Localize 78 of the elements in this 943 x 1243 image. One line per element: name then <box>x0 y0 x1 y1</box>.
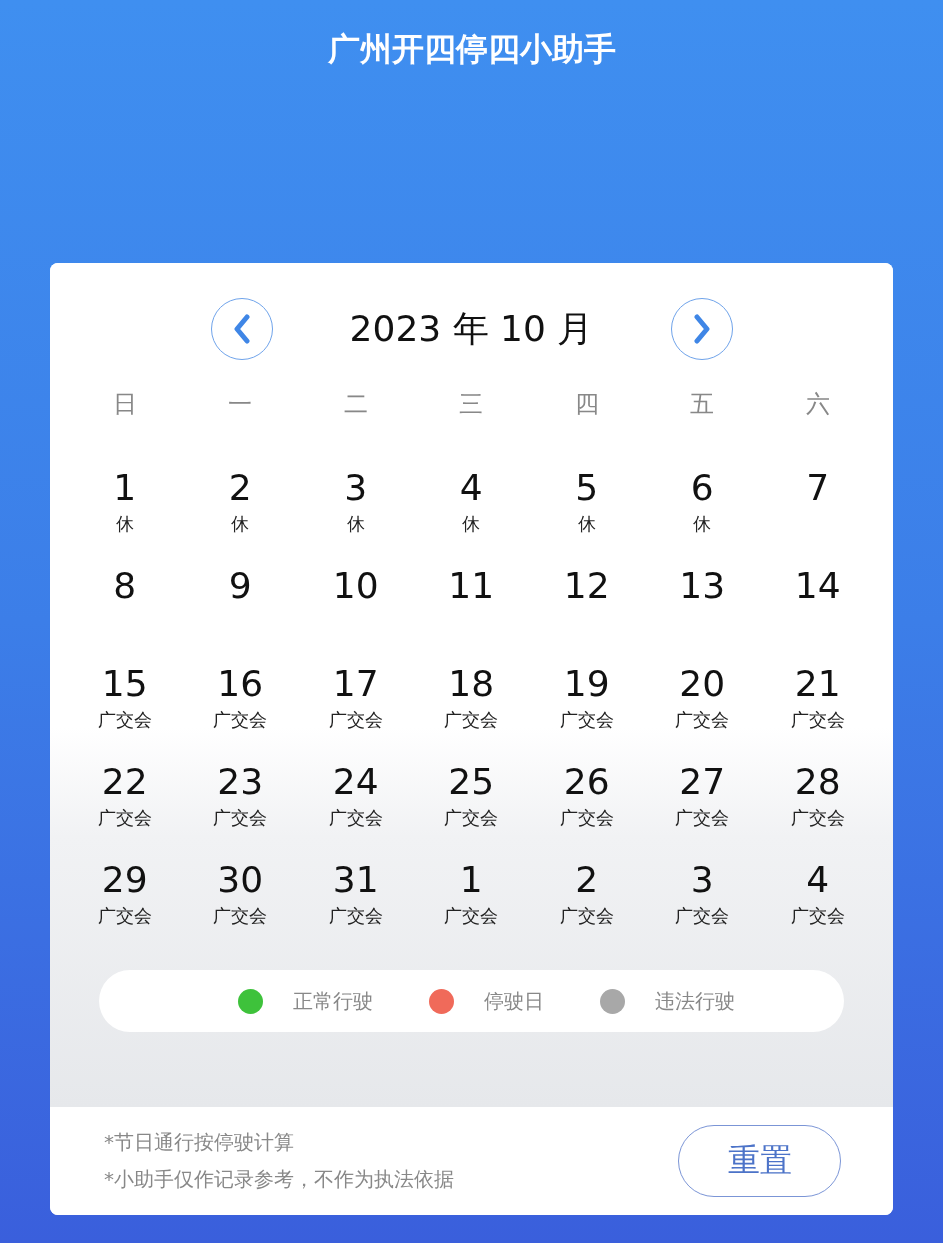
day-note: 广交会 <box>328 806 383 830</box>
day-number[interactable]: 3 <box>344 466 368 510</box>
day-note: 广交会 <box>790 708 845 732</box>
day-number[interactable]: 4 <box>806 858 830 902</box>
day-number[interactable]: 15 <box>101 662 148 706</box>
legend-label: 停驶日 <box>484 987 544 1015</box>
day-number[interactable]: 27 <box>679 760 726 804</box>
day-number[interactable]: 26 <box>563 760 610 804</box>
day-number[interactable]: 2 <box>575 858 599 902</box>
day-note: 休 <box>346 512 365 536</box>
day-number[interactable]: 2 <box>228 466 252 510</box>
day-note: 广交会 <box>675 904 730 928</box>
day-number[interactable]: 16 <box>217 662 264 706</box>
weekday-label: 二 <box>342 389 369 420</box>
day-number[interactable]: 8 <box>113 564 137 608</box>
day-number[interactable]: 17 <box>332 662 379 706</box>
day-number[interactable]: 1 <box>113 466 137 510</box>
day-note: 广交会 <box>675 806 730 830</box>
day-number[interactable]: 24 <box>332 760 379 804</box>
legend-label: 正常行驶 <box>293 987 373 1015</box>
footnote-text: *节日通行按停驶计算 <box>104 1129 295 1156</box>
day-note: 广交会 <box>444 806 499 830</box>
day-note: 广交会 <box>790 806 845 830</box>
day-note: 广交会 <box>444 904 499 928</box>
day-note: 广交会 <box>213 904 268 928</box>
day-note: 广交会 <box>559 806 614 830</box>
day-number[interactable]: 22 <box>101 760 148 804</box>
day-note: 广交会 <box>328 708 383 732</box>
day-number[interactable]: 12 <box>563 564 610 608</box>
day-note: 休 <box>231 512 250 536</box>
day-number[interactable]: 18 <box>448 662 495 706</box>
day-note: 休 <box>462 512 481 536</box>
weekday-label: 三 <box>458 389 485 420</box>
day-note: 广交会 <box>213 708 268 732</box>
day-number[interactable]: 29 <box>101 858 148 902</box>
legend-label: 违法行驶 <box>655 987 735 1015</box>
day-number[interactable]: 10 <box>332 564 379 608</box>
day-note: 广交会 <box>328 904 383 928</box>
day-note: 休 <box>577 512 596 536</box>
day-note: 休 <box>693 512 712 536</box>
day-number[interactable]: 9 <box>228 564 252 608</box>
month-title: 2023 年 10 月 <box>348 306 595 351</box>
day-number[interactable]: 14 <box>794 564 841 608</box>
app-title: 广州开四停四小助手 <box>327 29 616 70</box>
day-number[interactable]: 1 <box>459 858 483 902</box>
weekday-label: 日 <box>111 389 138 420</box>
day-number[interactable]: 11 <box>448 564 495 608</box>
reset-button[interactable]: 重置 <box>678 1125 841 1197</box>
day-number[interactable]: 19 <box>563 662 610 706</box>
day-number[interactable]: 30 <box>217 858 264 902</box>
day-note: 广交会 <box>213 806 268 830</box>
day-number[interactable]: 20 <box>679 662 726 706</box>
day-number[interactable]: 28 <box>794 760 841 804</box>
footnote-text: *小助手仅作记录参考，不作为执法依据 <box>104 1166 454 1193</box>
day-number[interactable]: 7 <box>806 466 830 510</box>
chevron-right-icon <box>691 314 712 344</box>
weekday-label: 一 <box>227 389 254 420</box>
day-note: 广交会 <box>559 904 614 928</box>
day-note: 广交会 <box>790 904 845 928</box>
day-note: 广交会 <box>675 708 730 732</box>
day-note: 广交会 <box>444 708 499 732</box>
day-note: 广交会 <box>97 806 152 830</box>
day-number[interactable]: 3 <box>690 858 714 902</box>
day-note: 广交会 <box>559 708 614 732</box>
day-note: 休 <box>115 512 134 536</box>
weekday-label: 五 <box>689 389 716 420</box>
weekday-label: 四 <box>573 389 600 420</box>
day-number[interactable]: 23 <box>217 760 264 804</box>
day-number[interactable]: 31 <box>332 858 379 902</box>
day-number[interactable]: 4 <box>459 466 483 510</box>
day-number[interactable]: 13 <box>679 564 726 608</box>
day-number[interactable]: 6 <box>690 466 714 510</box>
day-number[interactable]: 5 <box>575 466 599 510</box>
weekday-label: 六 <box>804 389 831 420</box>
day-note: 广交会 <box>97 904 152 928</box>
day-number[interactable]: 21 <box>794 662 841 706</box>
day-number[interactable]: 25 <box>448 760 495 804</box>
day-note: 广交会 <box>97 708 152 732</box>
